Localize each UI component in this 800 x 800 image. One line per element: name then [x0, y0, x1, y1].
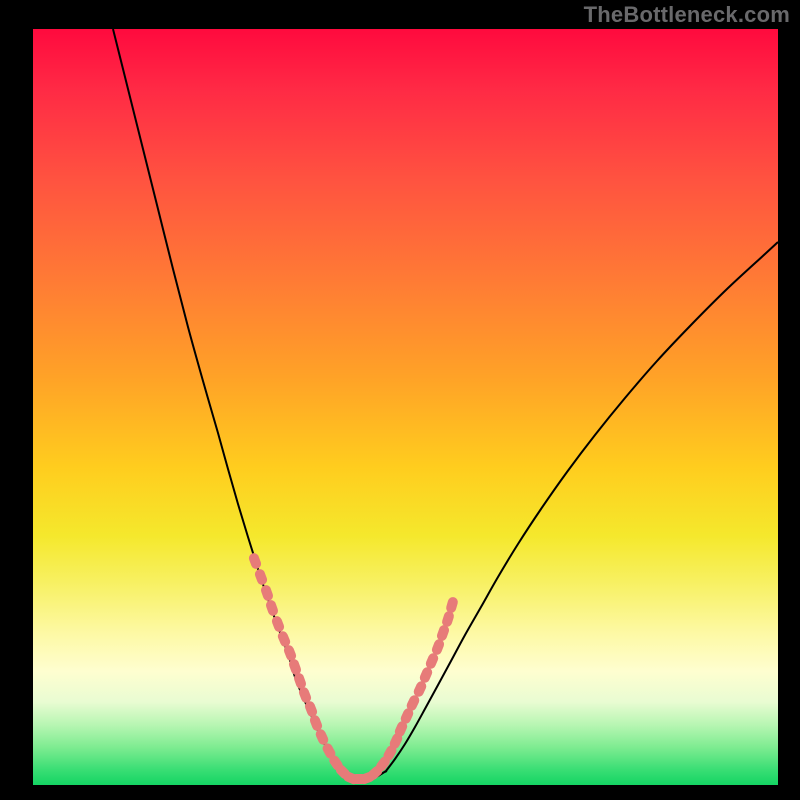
highlight-marker: [254, 568, 269, 586]
chart-container: TheBottleneck.com: [0, 0, 800, 800]
highlight-marker: [265, 599, 280, 617]
highlight-marker: [270, 615, 285, 634]
bottleneck-curve: [113, 29, 778, 780]
highlight-marker: [260, 584, 275, 602]
highlight-marker: [248, 552, 263, 570]
chart-overlay: [33, 29, 778, 785]
highlight-markers: [248, 552, 459, 785]
watermark-text: TheBottleneck.com: [584, 2, 790, 28]
highlight-marker: [445, 596, 459, 614]
